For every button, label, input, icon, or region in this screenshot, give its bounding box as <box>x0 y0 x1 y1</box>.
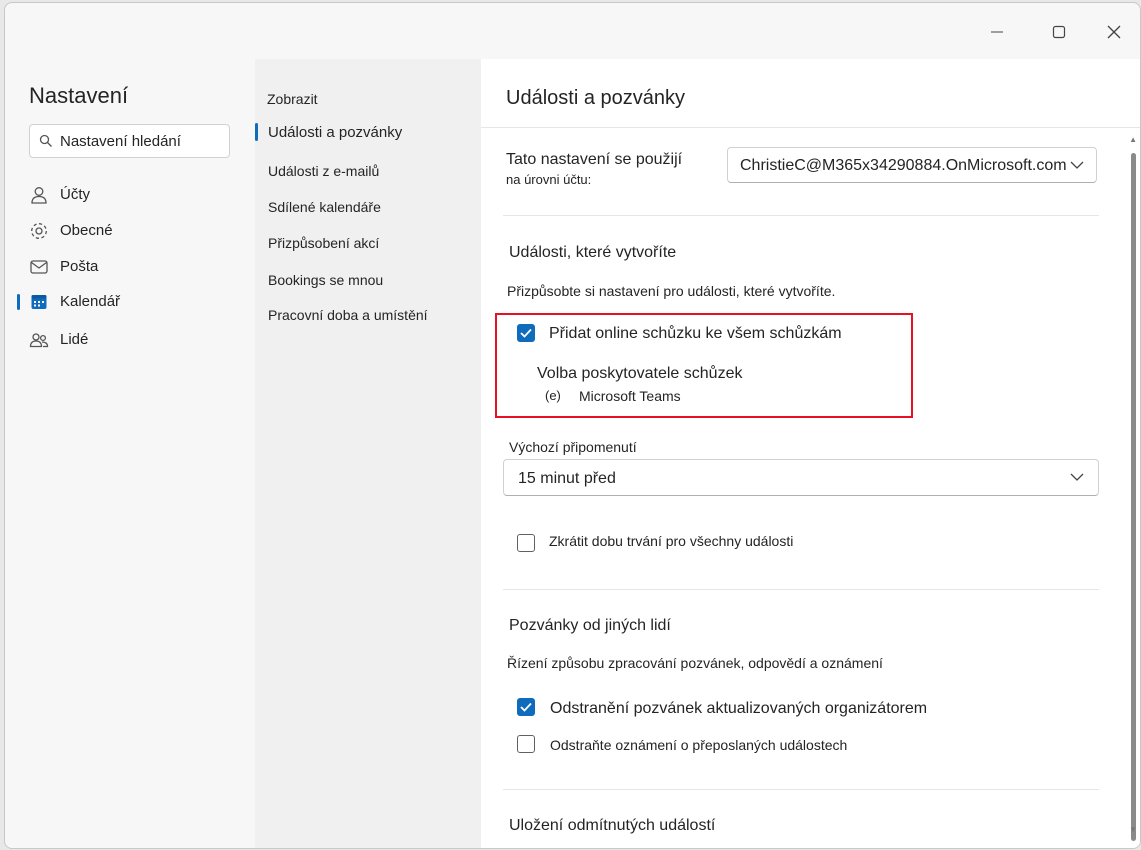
page-title: Události a pozvánky <box>506 87 685 109</box>
people-icon <box>29 333 49 348</box>
section-description-events-created: Přizpůsobte si nastavení pro události, k… <box>507 283 836 299</box>
search-icon <box>39 134 52 147</box>
nav-label: Účty <box>60 186 90 203</box>
maximize-icon <box>1052 25 1066 39</box>
person-icon <box>31 187 47 204</box>
settings-nav-pane: Nastavení Účty Obecné Pošta Kalendář Lid… <box>5 59 255 848</box>
settings-content-pane: Události a pozvánky ▲ ▼ Tato nastavení s… <box>481 59 1140 848</box>
account-value: ChristieC@M365x34290884.OnMicrosoft.com <box>740 157 1067 174</box>
subnav-item-customize-actions[interactable]: Přizpůsobení akcí <box>268 235 379 251</box>
mail-icon <box>30 260 48 274</box>
nav-label: Kalendář <box>60 293 121 310</box>
nav-label: Obecné <box>60 222 113 239</box>
nav-item-calendar[interactable]: Kalendář <box>17 286 247 318</box>
subnav-item-shared-calendars[interactable]: Sdílené kalendáře <box>268 199 381 215</box>
apply-settings-sublabel: na úrovni účtu: <box>506 172 592 187</box>
delete-forwarded-notifications-checkbox[interactable] <box>517 735 535 753</box>
shorten-duration-label: Zkrátit dobu trvání pro všechny události <box>549 533 794 549</box>
subnav-heading: Zobrazit <box>267 91 318 107</box>
meeting-provider-label: Volba poskytovatele schůzek <box>537 365 743 382</box>
checkmark-icon <box>520 702 532 712</box>
delete-updated-invitations-checkbox[interactable] <box>517 698 535 716</box>
apply-settings-label: Tato nastavení se použijí <box>506 151 683 168</box>
subnav-item-work-hours[interactable]: Pracovní doba a umístění <box>268 307 428 323</box>
section-heading-invitations: Pozvánky od jiných lidí <box>509 617 671 634</box>
add-online-meeting-label: Přidat online schůzku ke všem schůzkám <box>549 325 842 342</box>
section-divider <box>503 589 1099 590</box>
checkmark-icon <box>520 328 532 338</box>
gear-icon <box>31 223 47 239</box>
account-dropdown[interactable]: ChristieC@M365x34290884.OnMicrosoft.com <box>727 147 1097 183</box>
section-divider <box>503 215 1099 216</box>
scroll-down-arrow[interactable]: ▼ <box>1129 825 1137 834</box>
meeting-provider-marker: (e) <box>545 388 561 403</box>
close-button[interactable] <box>1099 17 1129 47</box>
nav-item-accounts[interactable]: Účty <box>17 179 247 211</box>
settings-search-box[interactable] <box>29 124 230 158</box>
meeting-provider-value[interactable]: Microsoft Teams <box>579 388 681 404</box>
minimize-button[interactable] <box>982 17 1012 47</box>
nav-item-general[interactable]: Obecné <box>17 215 247 247</box>
scroll-up-arrow[interactable]: ▲ <box>1129 135 1137 144</box>
delete-forwarded-notifications-label: Odstraňte oznámení o přeposlaných událos… <box>550 737 848 753</box>
subnav-item-events-from-email[interactable]: Události z e-mailů <box>268 163 379 179</box>
settings-search-input[interactable] <box>60 131 220 151</box>
nav-label: Lidé <box>60 331 89 348</box>
close-icon <box>1107 25 1121 39</box>
nav-item-people[interactable]: Lidé <box>17 324 247 356</box>
default-reminder-dropdown[interactable]: 15 minut před <box>503 459 1099 496</box>
selected-indicator <box>255 123 258 141</box>
content-header: Události a pozvánky <box>481 59 1140 128</box>
default-reminder-value: 15 minut před <box>518 470 616 487</box>
chevron-down-icon <box>1070 473 1084 481</box>
maximize-button[interactable] <box>1044 17 1074 47</box>
add-online-meeting-checkbox[interactable] <box>517 324 535 342</box>
shorten-duration-checkbox[interactable] <box>517 534 535 552</box>
section-heading-events-created: Události, které vytvoříte <box>509 244 677 261</box>
nav-label: Pošta <box>60 258 99 275</box>
settings-window: Nastavení Účty Obecné Pošta Kalendář Lid… <box>4 2 1141 849</box>
section-heading-declined: Uložení odmítnutých událostí <box>509 817 716 834</box>
minimize-icon <box>991 31 1003 33</box>
subnav-item-events-invitations[interactable]: Události a pozvánky <box>268 124 402 141</box>
subnav-item-bookings[interactable]: Bookings se mnou <box>268 272 383 288</box>
settings-title: Nastavení <box>29 83 129 108</box>
section-description-invitations: Řízení způsobu zpracování pozvánek, odpo… <box>507 655 883 671</box>
calendar-icon <box>31 295 47 309</box>
delete-updated-invitations-label: Odstranění pozvánek aktualizovaných orga… <box>550 700 928 717</box>
scrollbar-thumb[interactable] <box>1131 153 1136 841</box>
chevron-down-icon <box>1070 161 1084 169</box>
selected-indicator <box>17 294 20 310</box>
section-divider <box>503 789 1099 790</box>
title-bar <box>5 3 1140 59</box>
nav-item-mail[interactable]: Pošta <box>17 251 247 283</box>
default-reminder-label: Výchozí připomenutí <box>509 439 637 455</box>
calendar-subnav-pane: Zobrazit Události a pozvánky Události z … <box>255 59 481 848</box>
